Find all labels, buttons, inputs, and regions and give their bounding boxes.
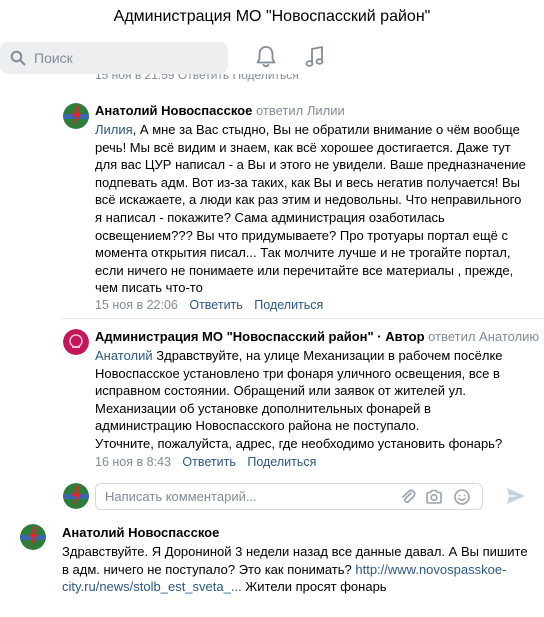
reply-button[interactable]: Ответить [189, 298, 242, 312]
comment-author[interactable]: Анатолий Новоспасское [95, 103, 252, 118]
avatar[interactable] [63, 329, 89, 355]
bell-icon[interactable] [253, 44, 279, 70]
search-placeholder: Поиск [34, 50, 73, 66]
comment-author[interactable]: Анатолий Новоспасское [62, 525, 219, 540]
reply-to[interactable]: ответил Лилии [256, 103, 345, 118]
avatar[interactable] [63, 103, 89, 129]
reply-button[interactable]: Ответить [182, 455, 235, 469]
search-input[interactable]: Поиск [0, 42, 228, 74]
mention-link[interactable]: Анатолий [95, 348, 153, 363]
search-icon [10, 50, 26, 66]
author-badge: · Автор [377, 329, 425, 344]
toolbar: Поиск [0, 40, 544, 76]
mention-link[interactable]: Лилия [95, 122, 133, 137]
send-icon[interactable] [505, 485, 527, 507]
smile-icon[interactable] [453, 488, 471, 506]
comment-date[interactable]: 16 ноя в 8:43 [95, 455, 171, 469]
comment-text: Лилия, А мне за Вас стыдно, Вы не обрати… [95, 122, 526, 296]
comment-meta: 15 ноя в 22:06 Ответить Поделиться [95, 298, 323, 312]
camera-icon[interactable] [425, 488, 443, 506]
comment-text: Анатолий Здравствуйте, на улице Механиза… [95, 348, 503, 451]
share-button[interactable]: Поделиться [254, 298, 323, 312]
comment-input[interactable]: Написать комментарий... [95, 483, 483, 510]
window-title: Администрация МО "Новоспасский район" [113, 8, 431, 25]
reply-to[interactable]: ответил Анатолию [428, 329, 539, 344]
avatar[interactable] [20, 524, 46, 550]
share-button[interactable]: Поделиться [247, 455, 316, 469]
paperclip-icon[interactable] [399, 488, 417, 506]
music-icon[interactable] [302, 44, 328, 70]
comment-date[interactable]: 15 ноя в 22:06 [95, 298, 178, 312]
user-avatar [63, 483, 89, 509]
comment-input-placeholder: Написать комментарий... [105, 489, 257, 504]
truncated-comment-meta: 15 ноя в 21:59 Ответить Поделиться [95, 74, 299, 82]
comment-author[interactable]: Администрация МО "Новоспасский район" [95, 329, 374, 344]
divider [62, 318, 544, 319]
comment-text: Здравствуйте. Я Дорониной 3 недели назад… [62, 544, 528, 595]
comment-meta: 16 ноя в 8:43 Ответить Поделиться [95, 455, 316, 469]
